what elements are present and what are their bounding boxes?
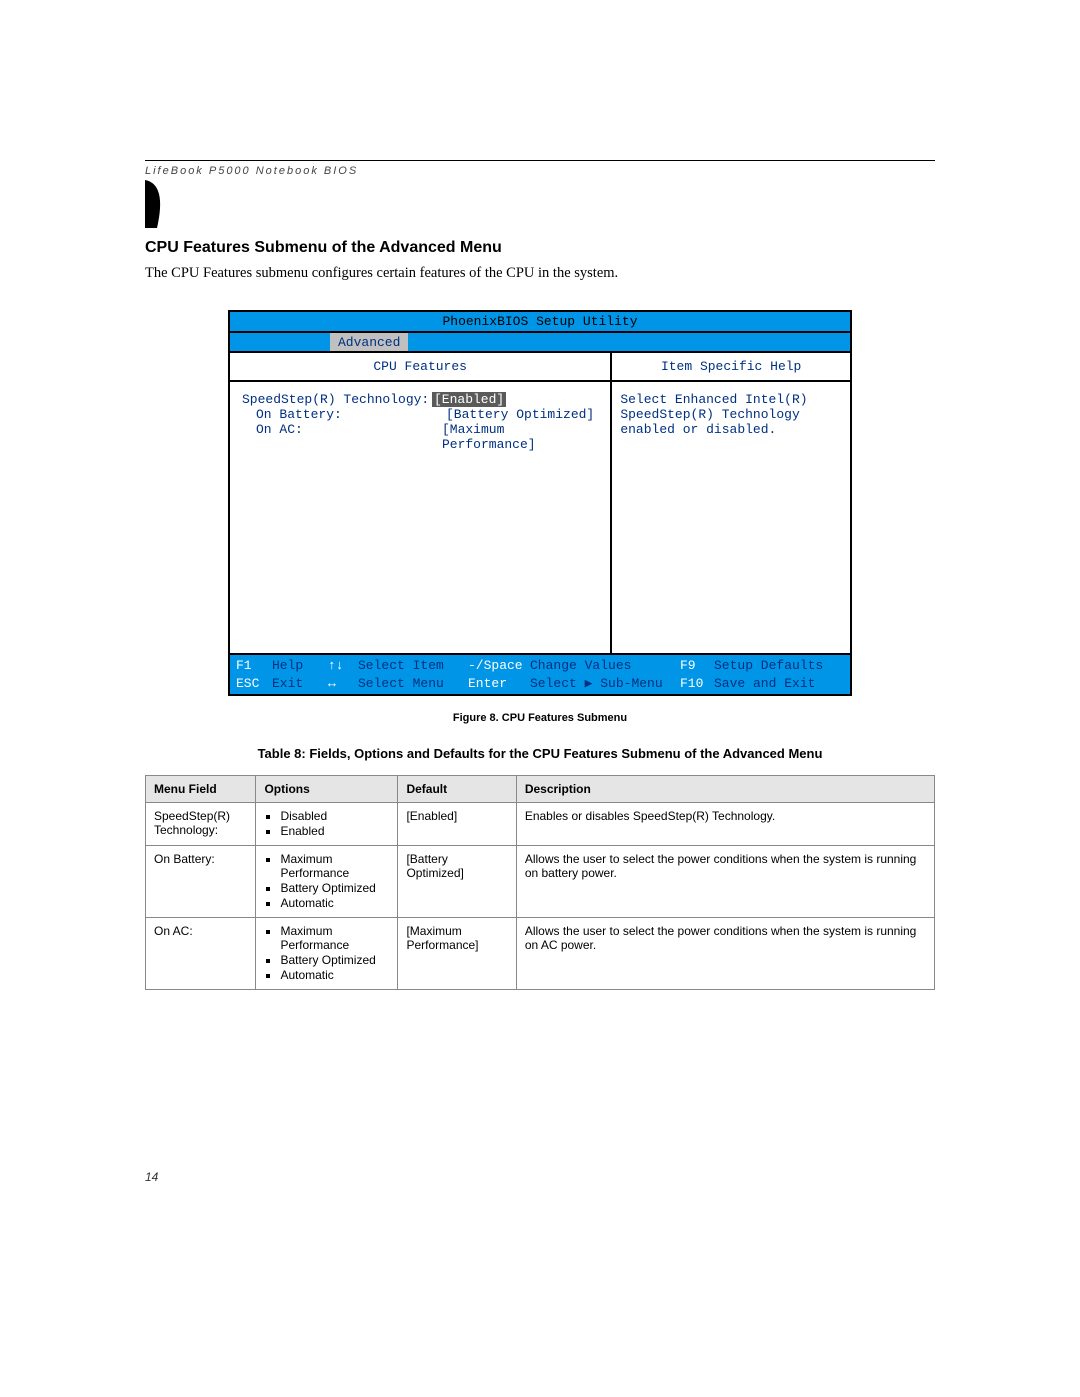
key-updown[interactable]: ↑↓ — [328, 657, 358, 675]
list-item: Disabled — [280, 809, 389, 823]
action-save-exit: Save and Exit — [714, 675, 815, 693]
bios-right-header: Item Specific Help — [612, 353, 850, 382]
bios-left-header: CPU Features — [230, 353, 610, 382]
action-select-menu: Select Menu — [358, 675, 468, 693]
key-leftright[interactable]: ↔ — [328, 675, 358, 693]
list-item: Maximum Performance — [280, 924, 389, 952]
running-head: LifeBook P5000 Notebook BIOS — [145, 165, 935, 177]
th-description: Description — [516, 776, 934, 803]
cell-default: [Enabled] — [398, 803, 516, 846]
bios-title: PhoenixBIOS Setup Utility — [230, 312, 850, 333]
bios-help-pane: Item Specific Help Select Enhanced Intel… — [612, 353, 850, 653]
header-rule — [145, 160, 935, 161]
bios-help-text: Select Enhanced Intel(R) SpeedStep(R) Te… — [612, 382, 850, 653]
tab-advanced[interactable]: Advanced — [330, 333, 408, 351]
cell-options: DisabledEnabled — [256, 803, 398, 846]
action-setup-defaults: Setup Defaults — [714, 657, 823, 675]
list-item: Automatic — [280, 896, 389, 910]
key-f9[interactable]: F9 — [680, 657, 714, 675]
bios-setting-value[interactable]: [Maximum Performance] — [442, 422, 602, 452]
action-change-values: Change Values — [530, 657, 680, 675]
key-space[interactable]: -/Space — [468, 657, 530, 675]
bios-tab-row: Advanced — [230, 333, 850, 353]
bios-setting-value[interactable]: [Battery Optimized] — [446, 407, 594, 422]
bios-setting-label: On AC: — [238, 422, 442, 452]
bios-footer: F1 Help ↑↓ Select Item -/Space Change Va… — [230, 655, 850, 694]
bios-setting-label: On Battery: — [238, 407, 446, 422]
key-f1[interactable]: F1 — [236, 657, 272, 675]
cell-description: Allows the user to select the power cond… — [516, 846, 934, 918]
cell-menu-field: On Battery: — [146, 846, 256, 918]
action-exit: Exit — [272, 675, 328, 693]
bios-setting-row[interactable]: On AC: [Maximum Performance] — [238, 422, 602, 452]
bios-setting-row[interactable]: SpeedStep(R) Technology: [Enabled] — [238, 392, 602, 407]
table-title: Table 8: Fields, Options and Defaults fo… — [145, 746, 935, 761]
cell-description: Enables or disables SpeedStep(R) Technol… — [516, 803, 934, 846]
action-submenu: Select ▶ Sub-Menu — [530, 675, 680, 693]
th-options: Options — [256, 776, 398, 803]
page-content: LifeBook P5000 Notebook BIOS CPU Feature… — [145, 160, 935, 990]
cell-options: Maximum PerformanceBattery OptimizedAuto… — [256, 918, 398, 990]
table-row: SpeedStep(R) Technology:DisabledEnabled[… — [146, 803, 935, 846]
intro-paragraph: The CPU Features submenu configures cert… — [145, 265, 935, 282]
table-row: On AC:Maximum PerformanceBattery Optimiz… — [146, 918, 935, 990]
cell-description: Allows the user to select the power cond… — [516, 918, 934, 990]
th-default: Default — [398, 776, 516, 803]
table-row: On Battery:Maximum PerformanceBattery Op… — [146, 846, 935, 918]
bios-setting-value-selected[interactable]: [Enabled] — [432, 392, 506, 407]
options-table: Menu Field Options Default Description S… — [145, 775, 935, 990]
cell-options: Maximum PerformanceBattery OptimizedAuto… — [256, 846, 398, 918]
bios-left-pane: CPU Features SpeedStep(R) Technology: [E… — [230, 353, 612, 653]
cell-menu-field: On AC: — [146, 918, 256, 990]
cell-menu-field: SpeedStep(R) Technology: — [146, 803, 256, 846]
key-f10[interactable]: F10 — [680, 675, 714, 693]
key-esc[interactable]: ESC — [236, 675, 272, 693]
list-item: Maximum Performance — [280, 852, 389, 880]
decorative-curve-icon — [145, 180, 169, 228]
action-help: Help — [272, 657, 328, 675]
bios-setting-label: SpeedStep(R) Technology: — [238, 392, 432, 407]
bios-setting-row[interactable]: On Battery: [Battery Optimized] — [238, 407, 602, 422]
bios-screenshot: PhoenixBIOS Setup Utility Advanced CPU F… — [228, 310, 852, 696]
section-heading: CPU Features Submenu of the Advanced Men… — [145, 239, 935, 257]
cell-default: [Battery Optimized] — [398, 846, 516, 918]
list-item: Battery Optimized — [280, 881, 389, 895]
list-item: Automatic — [280, 968, 389, 982]
list-item: Enabled — [280, 824, 389, 838]
key-enter[interactable]: Enter — [468, 675, 530, 693]
cell-default: [Maximum Performance] — [398, 918, 516, 990]
th-menu-field: Menu Field — [146, 776, 256, 803]
action-select-item: Select Item — [358, 657, 468, 675]
list-item: Battery Optimized — [280, 953, 389, 967]
page-number: 14 — [145, 1170, 158, 1184]
figure-caption: Figure 8. CPU Features Submenu — [145, 712, 935, 724]
